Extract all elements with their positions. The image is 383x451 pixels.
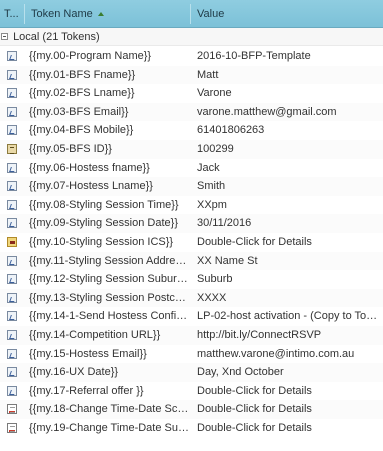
token-name: {{my.09-Styling Session Date}} <box>29 217 178 230</box>
column-header-type[interactable]: T... <box>0 0 24 28</box>
text-token-icon <box>7 69 17 80</box>
token-row[interactable]: {{my.18-Change Time-Date Script}} Double-… <box>0 400 383 419</box>
token-row[interactable]: {{my.02-BFS Lname}} Varone <box>0 84 383 103</box>
token-row[interactable]: {{my.01-BFS Fname}} Matt <box>0 65 383 85</box>
token-value: Jack <box>197 161 220 174</box>
token-name: {{my.10-Styling Session ICS}} <box>29 235 174 248</box>
token-value: Smith <box>197 180 226 193</box>
grid-header: T... Token Name Value <box>0 0 383 28</box>
token-row[interactable]: {{my.16-UX Date}} Day, Xnd October <box>0 363 383 382</box>
token-name: {{my.13-Styling Session Postcode}} <box>29 291 189 304</box>
token-value: 2016-10-BFP-Template <box>197 50 311 62</box>
token-group-label: Local (21 Tokens) <box>13 31 100 43</box>
token-name: {{my.01-BFS Fname}} <box>29 68 136 81</box>
token-name: {{my.16-UX Date}} <box>29 366 119 379</box>
text-token-icon <box>7 181 17 192</box>
token-name: {{my.18-Change Time-Date Script}} <box>29 403 189 416</box>
text-token-icon <box>7 218 17 229</box>
text-token-icon <box>7 51 17 61</box>
text-token-icon <box>7 255 17 266</box>
token-row[interactable]: {{my.13-Styling Session Postcode}} XXXX <box>0 288 383 308</box>
text-token-icon <box>7 292 17 303</box>
token-name: {{my.19-Change Time-Date Subject li... <box>29 421 189 434</box>
token-value: 30/11/2016 <box>197 217 252 230</box>
token-name: {{my.08-Styling Session Time}} <box>29 198 179 211</box>
text-token-icon <box>7 329 17 340</box>
script-token-icon <box>7 422 17 433</box>
token-name: {{my.03-BFS Email}} <box>29 105 129 118</box>
text-token-icon <box>7 311 17 322</box>
token-row[interactable]: {{my.05-BFS ID}} 100299 <box>0 139 383 159</box>
token-value: Day, Xnd October <box>197 366 284 379</box>
token-row[interactable]: {{my.19-Change Time-Date Subject li... Do… <box>0 418 383 438</box>
token-value: 100299 <box>197 142 234 155</box>
token-group-local[interactable]: Local (21 Tokens) <box>0 28 383 46</box>
token-value: varone.matthew@gmail.com <box>197 105 337 118</box>
token-name: {{my.14-Competition URL}} <box>29 328 161 341</box>
token-name: {{my.11-Styling Session Address}} <box>29 254 189 267</box>
text-token-icon <box>7 106 17 117</box>
token-name: {{my.12-Styling Session Suburb}} <box>29 273 189 286</box>
token-row[interactable]: {{my.03-BFS Email}} varone.matthew@gmail.… <box>0 102 383 122</box>
text-token-icon <box>7 367 17 378</box>
token-row[interactable]: {{my.14-Competition URL}} http://bit.ly/C… <box>0 325 383 345</box>
token-row[interactable]: {{my.11-Styling Session Address}} XX Name… <box>0 251 383 271</box>
token-value: Double-Click for Details <box>197 384 312 397</box>
token-name: {{my.00-Program Name}} <box>29 50 152 62</box>
token-row[interactable]: {{my.08-Styling Session Time}} XXpm <box>0 195 383 215</box>
token-name: {{my.02-BFS Lname}} <box>29 87 135 100</box>
token-row[interactable]: {{my.06-Hostess fname}} Jack <box>0 158 383 178</box>
text-token-icon <box>7 274 17 285</box>
number-token-icon <box>7 143 17 154</box>
token-row[interactable]: {{my.04-BFS Mobile}} 61401806263 <box>0 121 383 140</box>
token-row[interactable]: {{my.15-Hostess Email}} matthew.varone@in… <box>0 344 383 364</box>
column-header-value[interactable]: Value <box>191 0 383 28</box>
token-name: {{my.04-BFS Mobile}} <box>29 124 134 137</box>
token-value: 61401806263 <box>197 124 265 137</box>
token-row[interactable]: {{my.14-1-Send Hostess Confirmatio... LP-… <box>0 307 383 326</box>
text-token-icon <box>7 125 17 136</box>
token-row[interactable]: {{my.17-Referral offer }} Double-Click fo… <box>0 381 383 401</box>
token-value: XXpm <box>197 198 227 211</box>
token-value: Double-Click for Details <box>197 403 312 416</box>
token-value: Double-Click for Details <box>197 421 312 434</box>
token-name: {{my.05-BFS ID}} <box>29 142 112 155</box>
token-value: LP-02-host activation - (Copy to Token) <box>197 310 381 323</box>
token-name: {{my.14-1-Send Hostess Confirmatio... <box>29 310 189 323</box>
script-token-icon <box>7 404 17 415</box>
token-value: XXXX <box>197 291 227 304</box>
token-row[interactable]: {{my.12-Styling Session Suburb}} Suburb <box>0 270 383 289</box>
token-value: XX Name St <box>197 254 258 267</box>
token-value: matthew.varone@intimo.com.au <box>197 347 355 360</box>
text-token-icon <box>7 385 17 396</box>
column-header-token-name-label: Token Name <box>31 8 93 20</box>
token-value: Double-Click for Details <box>197 235 312 248</box>
token-value: Matt <box>197 68 219 81</box>
column-header-token-name[interactable]: Token Name <box>25 0 190 28</box>
sort-ascending-icon <box>97 12 104 17</box>
token-row[interactable]: {{my.09-Styling Session Date}} 30/11/2016 <box>0 214 383 233</box>
token-value: Suburb <box>197 273 233 286</box>
token-value: http://bit.ly/ConnectRSVP <box>197 328 322 341</box>
token-name: {{my.17-Referral offer }} <box>29 384 144 397</box>
token-name: {{my.15-Hostess Email}} <box>29 347 147 360</box>
token-row[interactable]: {{my.07-Hostess Lname}} Smith <box>0 177 383 196</box>
text-token-icon <box>7 88 17 99</box>
token-list: {{my.00-Program Name}} 2016-10-BFP-Templa… <box>0 47 383 438</box>
token-row[interactable]: {{my.10-Styling Session ICS}} Double-Clic… <box>0 232 383 252</box>
calendar-token-icon <box>7 236 17 247</box>
token-value: Varone <box>197 87 232 100</box>
text-token-icon <box>7 199 17 210</box>
collapse-icon[interactable] <box>1 32 8 40</box>
text-token-icon <box>7 348 17 359</box>
token-name: {{my.07-Hostess Lname}} <box>29 180 153 193</box>
text-token-icon <box>7 162 17 173</box>
token-row[interactable]: {{my.00-Program Name}} 2016-10-BFP-Templa… <box>0 47 383 66</box>
token-name: {{my.06-Hostess fname}} <box>29 161 150 174</box>
